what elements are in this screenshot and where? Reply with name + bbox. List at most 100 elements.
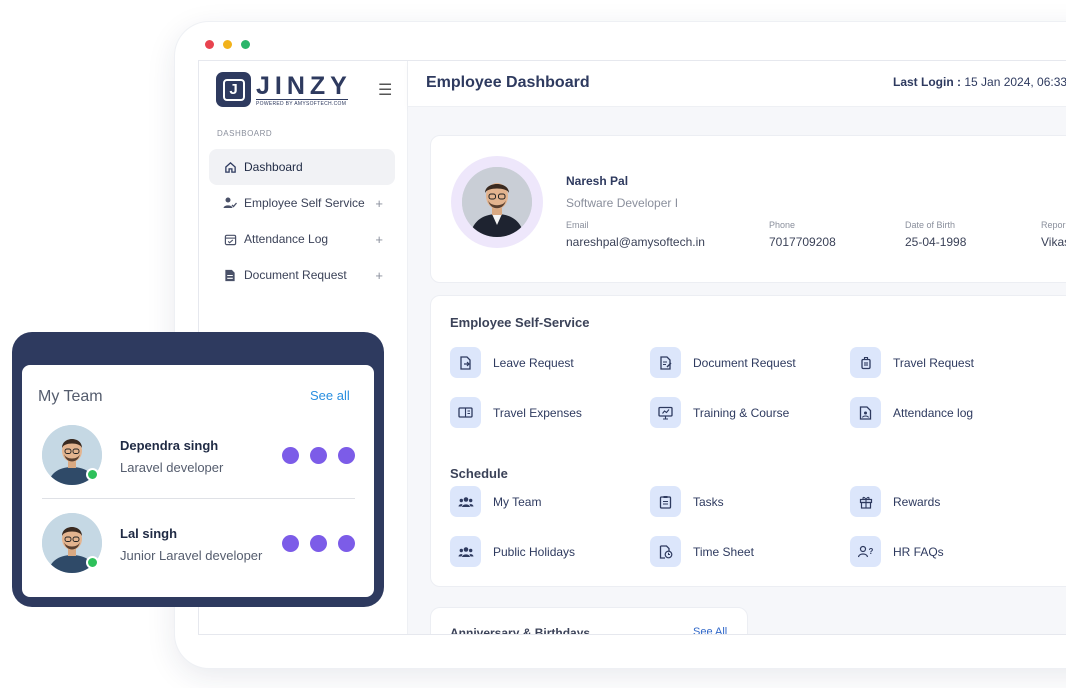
my-team-title: My Team bbox=[38, 388, 103, 405]
field-label: Phone bbox=[769, 220, 796, 230]
hr-faqs-tile[interactable]: ? HR FAQs bbox=[850, 536, 944, 567]
my-team-tile[interactable]: My Team bbox=[450, 486, 541, 517]
member-role: Junior Laravel developer bbox=[120, 548, 263, 563]
maximize-dot[interactable] bbox=[241, 40, 250, 49]
tile-label: Travel Expenses bbox=[493, 405, 582, 420]
schedule-title: Schedule bbox=[450, 466, 508, 481]
tile-label: Document Request bbox=[693, 355, 796, 370]
minimize-dot[interactable] bbox=[223, 40, 232, 49]
tile-label: Leave Request bbox=[493, 355, 574, 370]
wallet-icon bbox=[450, 397, 481, 428]
anniversary-card: Anniversary & Birthdays See All bbox=[430, 607, 748, 635]
online-status-indicator bbox=[86, 556, 99, 569]
rewards-tile[interactable]: Rewards bbox=[850, 486, 940, 517]
brand-logo[interactable]: J JINZY POWERED BY AMYSOFTECH.COM bbox=[216, 72, 352, 107]
self-service-card: Employee Self-Service Leave Request Docu… bbox=[430, 295, 1066, 587]
travel-expenses-tile[interactable]: Travel Expenses bbox=[450, 397, 582, 428]
tile-label: Tasks bbox=[693, 494, 724, 509]
expand-plus-icon[interactable]: + bbox=[375, 196, 383, 211]
brand-name: JINZY bbox=[256, 71, 352, 100]
tile-label: My Team bbox=[493, 494, 542, 509]
field-value: Vikas bbox=[1041, 235, 1066, 249]
more-options-icon[interactable] bbox=[282, 447, 355, 464]
online-status-indicator bbox=[86, 468, 99, 481]
leave-request-tile[interactable]: Leave Request bbox=[450, 347, 574, 378]
tile-label: Travel Request bbox=[893, 355, 974, 370]
leave-request-icon bbox=[450, 347, 481, 378]
logo-mark-icon: J bbox=[216, 72, 251, 107]
profile-card: Naresh Pal Software Developer I Email na… bbox=[430, 135, 1066, 283]
time-sheet-tile[interactable]: Time Sheet bbox=[650, 536, 754, 567]
training-course-tile[interactable]: Training & Course bbox=[650, 397, 789, 428]
brand-tagline: POWERED BY AMYSOFTECH.COM bbox=[256, 98, 348, 107]
expand-plus-icon[interactable]: + bbox=[375, 268, 383, 283]
stage: J JINZY POWERED BY AMYSOFTECH.COM ☰ DASH… bbox=[0, 0, 1066, 688]
my-team-card: My Team See all Dependra singh Laravel d… bbox=[22, 365, 374, 597]
main-content: Naresh Pal Software Developer I Email na… bbox=[408, 107, 1066, 635]
profile-name: Naresh Pal bbox=[566, 174, 629, 188]
topbar: Employee Dashboard Last Login : 15 Jan 2… bbox=[408, 61, 1066, 107]
team-icon bbox=[450, 536, 481, 567]
attendance-icon bbox=[850, 397, 881, 428]
profile-field-dob: Date of Birth 25-04-1998 bbox=[905, 220, 966, 249]
sidebar-item-label: Document Request bbox=[244, 268, 347, 282]
profile-avatar-ring bbox=[451, 156, 543, 248]
tasks-icon bbox=[650, 486, 681, 517]
calendar-check-icon bbox=[223, 232, 237, 246]
page-title: Employee Dashboard bbox=[426, 74, 590, 91]
attendance-log-tile[interactable]: Attendance log bbox=[850, 397, 973, 428]
sidebar-item-employee-self-service[interactable]: Employee Self Service + bbox=[209, 185, 395, 221]
anniversary-see-all-link[interactable]: See All bbox=[693, 626, 727, 634]
window-controls bbox=[205, 40, 250, 49]
sidebar-section-label: DASHBOARD bbox=[217, 129, 273, 138]
gift-icon bbox=[850, 486, 881, 517]
tile-label: Rewards bbox=[893, 494, 941, 509]
tile-label: Training & Course bbox=[693, 405, 790, 420]
anniversary-title: Anniversary & Birthdays bbox=[450, 626, 591, 635]
hamburger-menu-icon[interactable]: ☰ bbox=[378, 83, 392, 99]
field-value: 7017709208 bbox=[769, 235, 836, 249]
presentation-icon bbox=[650, 397, 681, 428]
logo-letter: J bbox=[222, 78, 245, 101]
sidebar-item-label: Dashboard bbox=[244, 160, 303, 174]
document-request-tile[interactable]: Document Request bbox=[650, 347, 796, 378]
last-login-label: Last Login : bbox=[893, 75, 961, 89]
self-service-title: Employee Self-Service bbox=[450, 315, 590, 330]
field-value: 25-04-1998 bbox=[905, 235, 967, 249]
sidebar-item-document-request[interactable]: Document Request + bbox=[209, 257, 395, 293]
profile-role: Software Developer I bbox=[566, 196, 679, 210]
expand-plus-icon[interactable]: + bbox=[375, 232, 383, 247]
document-edit-icon bbox=[650, 347, 681, 378]
document-icon bbox=[223, 268, 237, 282]
tile-label: Attendance log bbox=[893, 405, 974, 420]
my-team-see-all-link[interactable]: See all bbox=[310, 388, 350, 403]
tile-label: Public Holidays bbox=[493, 544, 576, 559]
home-icon bbox=[223, 160, 237, 174]
last-login-value: 15 Jan 2024, 06:33 bbox=[961, 75, 1066, 89]
field-label: Email bbox=[566, 220, 589, 230]
user-check-icon bbox=[223, 196, 237, 210]
profile-field-email: Email nareshpal@amysoftech.in bbox=[566, 220, 705, 249]
field-value: nareshpal@amysoftech.in bbox=[566, 235, 705, 249]
tasks-tile[interactable]: Tasks bbox=[650, 486, 724, 517]
more-options-icon[interactable] bbox=[282, 535, 355, 552]
public-holidays-tile[interactable]: Public Holidays bbox=[450, 536, 575, 567]
team-member[interactable]: Dependra singh Laravel developer bbox=[42, 425, 358, 489]
travel-request-tile[interactable]: Travel Request bbox=[850, 347, 974, 378]
team-icon bbox=[450, 486, 481, 517]
svg-text:?: ? bbox=[868, 547, 873, 556]
last-login: Last Login : 15 Jan 2024, 06:33 bbox=[893, 75, 1066, 89]
tile-label: Time Sheet bbox=[693, 544, 754, 559]
avatar[interactable] bbox=[462, 167, 532, 237]
timesheet-icon bbox=[650, 536, 681, 567]
sidebar-item-dashboard[interactable]: Dashboard bbox=[209, 149, 395, 185]
faq-icon: ? bbox=[850, 536, 881, 567]
team-member[interactable]: Lal singh Junior Laravel developer bbox=[42, 513, 358, 577]
tile-label: HR FAQs bbox=[893, 544, 944, 559]
sidebar-item-label: Attendance Log bbox=[244, 232, 329, 246]
member-name: Dependra singh bbox=[120, 438, 219, 453]
field-label: Repor bbox=[1041, 220, 1066, 230]
sidebar-item-attendance-log[interactable]: Attendance Log + bbox=[209, 221, 395, 257]
divider bbox=[42, 498, 355, 499]
close-dot[interactable] bbox=[205, 40, 214, 49]
